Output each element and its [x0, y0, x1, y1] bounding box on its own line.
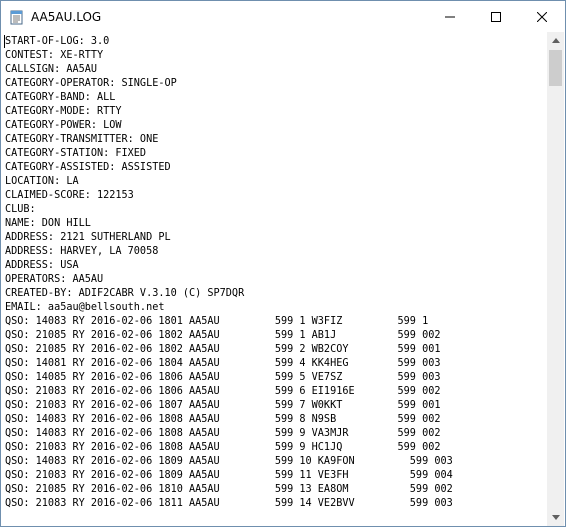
window-title: AA5AU.LOG [31, 9, 102, 24]
log-line: CATEGORY-BAND: ALL [5, 92, 116, 103]
minimize-icon [445, 16, 455, 17]
log-line: NAME: DON HILL [5, 218, 91, 229]
log-line: QSO: 21083 RY 2016-02-06 1811 AA5AU 599 … [5, 498, 453, 509]
log-line: QSO: 14083 RY 2016-02-06 1808 AA5AU 599 … [5, 414, 441, 425]
log-line: LOCATION: LA [5, 176, 79, 187]
triangle-up-icon [551, 38, 560, 43]
text-editor-area[interactable]: START-OF-LOG: 3.0 CONTEST: XE-RTTY CALLSIG… [1, 32, 547, 526]
log-line: QSO: 21085 RY 2016-02-06 1802 AA5AU 599 … [5, 330, 441, 341]
scroll-thumb[interactable] [549, 50, 562, 86]
log-line: OPERATORS: AA5AU [5, 274, 104, 285]
log-line: QSO: 21083 RY 2016-02-06 1806 AA5AU 599 … [5, 386, 441, 397]
log-line: QSO: 21085 RY 2016-02-06 1802 AA5AU 599 … [5, 344, 441, 355]
log-line: CATEGORY-STATION: FIXED [5, 148, 147, 159]
close-icon [537, 11, 547, 22]
log-line: CATEGORY-OPERATOR: SINGLE-OP [5, 78, 177, 89]
log-line: ADDRESS: 2121 SUTHERLAND PL [5, 232, 171, 243]
log-line: QSO: 14085 RY 2016-02-06 1806 AA5AU 599 … [5, 372, 441, 383]
scroll-down-button[interactable] [547, 509, 564, 526]
notepad-app-icon[interactable] [9, 9, 25, 25]
log-line: QSO: 14083 RY 2016-02-06 1801 AA5AU 599 … [5, 316, 429, 327]
log-line: QSO: 21085 RY 2016-02-06 1810 AA5AU 599 … [5, 484, 453, 495]
log-line: ADDRESS: USA [5, 260, 79, 271]
close-button[interactable] [519, 1, 565, 32]
log-line: EMAIL: aa5au@bellsouth.net [5, 302, 165, 313]
log-line: CATEGORY-MODE: RTTY [5, 106, 122, 117]
maximize-icon [491, 11, 501, 22]
log-line: CALLSIGN: AA5AU [5, 64, 98, 75]
log-line: QSO: 14083 RY 2016-02-06 1809 AA5AU 599 … [5, 456, 453, 467]
log-line: START-OF-LOG: 3.0 [5, 36, 110, 47]
triangle-down-icon [551, 515, 560, 520]
maximize-button[interactable] [473, 1, 519, 32]
log-line: CLUB: [5, 204, 36, 215]
log-line: QSO: 14081 RY 2016-02-06 1804 AA5AU 599 … [5, 358, 441, 369]
notepad-window: AA5AU.LOG START-OF-LOG: 3.0 CONTEST: XE-R… [0, 0, 566, 527]
log-line: QSO: 21083 RY 2016-02-06 1807 AA5AU 599 … [5, 400, 441, 411]
text-caret [4, 35, 5, 48]
vertical-scrollbar[interactable] [547, 32, 564, 526]
title-bar[interactable]: AA5AU.LOG [1, 1, 565, 32]
log-line: QSO: 21083 RY 2016-02-06 1809 AA5AU 599 … [5, 470, 453, 481]
log-line: CATEGORY-POWER: LOW [5, 120, 122, 131]
scroll-up-button[interactable] [547, 32, 564, 49]
log-line: CATEGORY-TRANSMITTER: ONE [5, 134, 159, 145]
log-line: QSO: 14083 RY 2016-02-06 1808 AA5AU 599 … [5, 428, 441, 439]
log-line: CATEGORY-ASSISTED: ASSISTED [5, 162, 171, 173]
minimize-button[interactable] [427, 1, 473, 32]
log-line: CREATED-BY: ADIF2CABR V.3.10 (C) SP7DQR [5, 288, 245, 299]
log-line: CONTEST: XE-RTTY [5, 50, 104, 61]
log-line: CLAIMED-SCORE: 122153 [5, 190, 134, 201]
log-line: QSO: 21083 RY 2016-02-06 1808 AA5AU 599 … [5, 442, 441, 453]
log-line: ADDRESS: HARVEY, LA 70058 [5, 246, 159, 257]
